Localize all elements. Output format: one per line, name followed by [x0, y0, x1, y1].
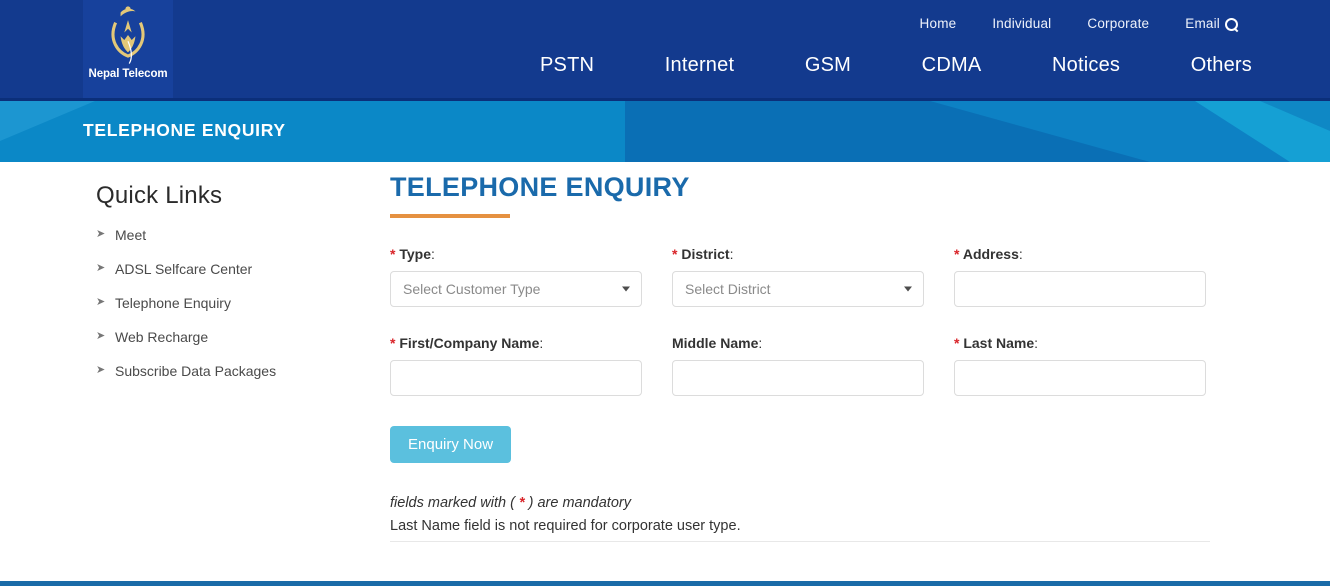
required-marker: *	[672, 246, 678, 262]
topnav-item-corporate[interactable]: Corporate	[1087, 16, 1149, 31]
sidebar-item-label: ADSL Selfcare Center	[115, 261, 253, 277]
topnav-email-search-group: Email	[1185, 16, 1238, 31]
sidebar-item-adsl-selfcare-center[interactable]: ➤ ADSL Selfcare Center	[96, 262, 366, 276]
page-banner: TELEPHONE ENQUIRY	[0, 98, 1330, 162]
content-divider	[390, 541, 1210, 542]
address-input[interactable]	[954, 271, 1206, 307]
mandatory-note-prefix: fields marked with (	[390, 495, 519, 511]
field-middle-name: Middle Name:	[672, 335, 924, 396]
sidebar-item-telephone-enquiry[interactable]: ➤ Telephone Enquiry	[96, 296, 366, 310]
enquiry-now-button[interactable]: Enquiry Now	[390, 426, 512, 463]
mainnav-item-notices[interactable]: Notices	[1052, 54, 1120, 77]
type-select-value: Select Customer Type	[403, 281, 541, 297]
type-select[interactable]: Select Customer Type	[390, 271, 642, 307]
brand-name: Nepal Telecom	[88, 68, 168, 80]
label-separator: :	[729, 246, 734, 262]
label-text: First/Company Name	[399, 335, 540, 351]
field-address-label: * Address:	[954, 246, 1206, 262]
label-separator: :	[430, 246, 435, 262]
brand-logo[interactable]: Nepal Telecom	[83, 0, 173, 98]
first-company-name-input[interactable]	[390, 360, 642, 396]
field-type-label: * Type:	[390, 246, 642, 262]
mandatory-note: fields marked with ( * ) are mandatory	[390, 495, 1210, 511]
mainnav-item-gsm[interactable]: GSM	[805, 54, 851, 77]
chevron-right-icon: ➤	[96, 330, 106, 342]
field-type: * Type: Select Customer Type	[390, 246, 642, 307]
sidebar-item-meet[interactable]: ➤ Meet	[96, 228, 366, 242]
label-text: District	[681, 246, 730, 262]
required-marker: *	[390, 335, 396, 351]
field-district: * District: Select District	[672, 246, 924, 307]
required-marker: *	[954, 246, 960, 262]
label-separator: :	[1018, 246, 1023, 262]
main-content: TELEPHONE ENQUIRY * Type: Select Custome…	[390, 172, 1210, 534]
main-navigation: PSTN Internet GSM CDMA Notices Others	[540, 54, 1252, 77]
search-icon[interactable]	[1225, 17, 1238, 31]
chevron-right-icon: ➤	[96, 228, 106, 240]
chevron-down-icon	[622, 286, 630, 292]
page-title: TELEPHONE ENQUIRY	[390, 172, 690, 202]
page-body: Quick Links ➤ Meet ➤ ADSL Selfcare Cente…	[0, 162, 1330, 586]
field-first-company-name: * First/Company Name:	[390, 335, 642, 396]
sidebar-item-web-recharge[interactable]: ➤ Web Recharge	[96, 330, 366, 344]
chevron-right-icon: ➤	[96, 262, 106, 274]
field-first-company-name-label: * First/Company Name:	[390, 335, 642, 351]
sidebar-item-label: Telephone Enquiry	[115, 295, 231, 311]
footer-bar	[0, 581, 1330, 586]
middle-name-input[interactable]	[672, 360, 924, 396]
mainnav-item-pstn[interactable]: PSTN	[540, 54, 594, 77]
sidebar-item-label: Web Recharge	[115, 329, 209, 345]
topnav-item-home[interactable]: Home	[920, 16, 957, 31]
mainnav-item-internet[interactable]: Internet	[665, 54, 734, 77]
district-select-value: Select District	[685, 281, 771, 297]
top-navigation: Home Individual Corporate Email	[920, 16, 1238, 31]
quick-links-title: Quick Links	[96, 182, 223, 209]
field-district-label: * District:	[672, 246, 924, 262]
form-notes: fields marked with ( * ) are mandatory L…	[390, 495, 1210, 534]
label-text: Address	[962, 246, 1019, 262]
label-text: Middle Name	[672, 335, 759, 351]
chevron-right-icon: ➤	[96, 364, 106, 376]
sidebar-item-label: Subscribe Data Packages	[115, 363, 277, 379]
field-last-name-label: * Last Name:	[954, 335, 1206, 351]
required-marker: *	[954, 335, 960, 351]
required-marker: *	[390, 246, 396, 262]
last-name-input[interactable]	[954, 360, 1206, 396]
field-middle-name-label: Middle Name:	[672, 335, 924, 351]
field-address: * Address:	[954, 246, 1206, 307]
field-last-name: * Last Name:	[954, 335, 1206, 396]
label-separator: :	[758, 335, 763, 351]
site-header: Nepal Telecom Home Individual Corporate …	[0, 0, 1330, 98]
sidebar-item-label: Meet	[115, 227, 147, 243]
mainnav-item-others[interactable]: Others	[1191, 54, 1252, 77]
topnav-item-individual[interactable]: Individual	[992, 16, 1051, 31]
mandatory-note-suffix: ) are mandatory	[524, 495, 631, 511]
form-row-2: * First/Company Name: Middle Name: * Las…	[390, 335, 1210, 396]
mainnav-item-cdma[interactable]: CDMA	[922, 54, 982, 77]
banner-title: TELEPHONE ENQUIRY	[83, 120, 286, 140]
label-separator: :	[1034, 335, 1039, 351]
label-text: Last Name	[963, 335, 1035, 351]
chevron-down-icon	[904, 286, 912, 292]
quick-links-list: ➤ Meet ➤ ADSL Selfcare Center ➤ Telephon…	[96, 228, 366, 378]
title-underline	[390, 214, 510, 218]
topnav-item-email[interactable]: Email	[1185, 16, 1220, 31]
nepal-telecom-logo-icon	[111, 6, 145, 64]
chevron-right-icon: ➤	[96, 296, 106, 308]
label-separator: :	[539, 335, 544, 351]
district-select[interactable]: Select District	[672, 271, 924, 307]
form-row-1: * Type: Select Customer Type * District:…	[390, 246, 1210, 307]
corporate-note: Last Name field is not required for corp…	[390, 518, 741, 534]
sidebar-item-subscribe-data-packages[interactable]: ➤ Subscribe Data Packages	[96, 364, 366, 378]
label-text: Type	[399, 246, 431, 262]
quick-links-sidebar: Quick Links ➤ Meet ➤ ADSL Selfcare Cente…	[96, 182, 366, 398]
